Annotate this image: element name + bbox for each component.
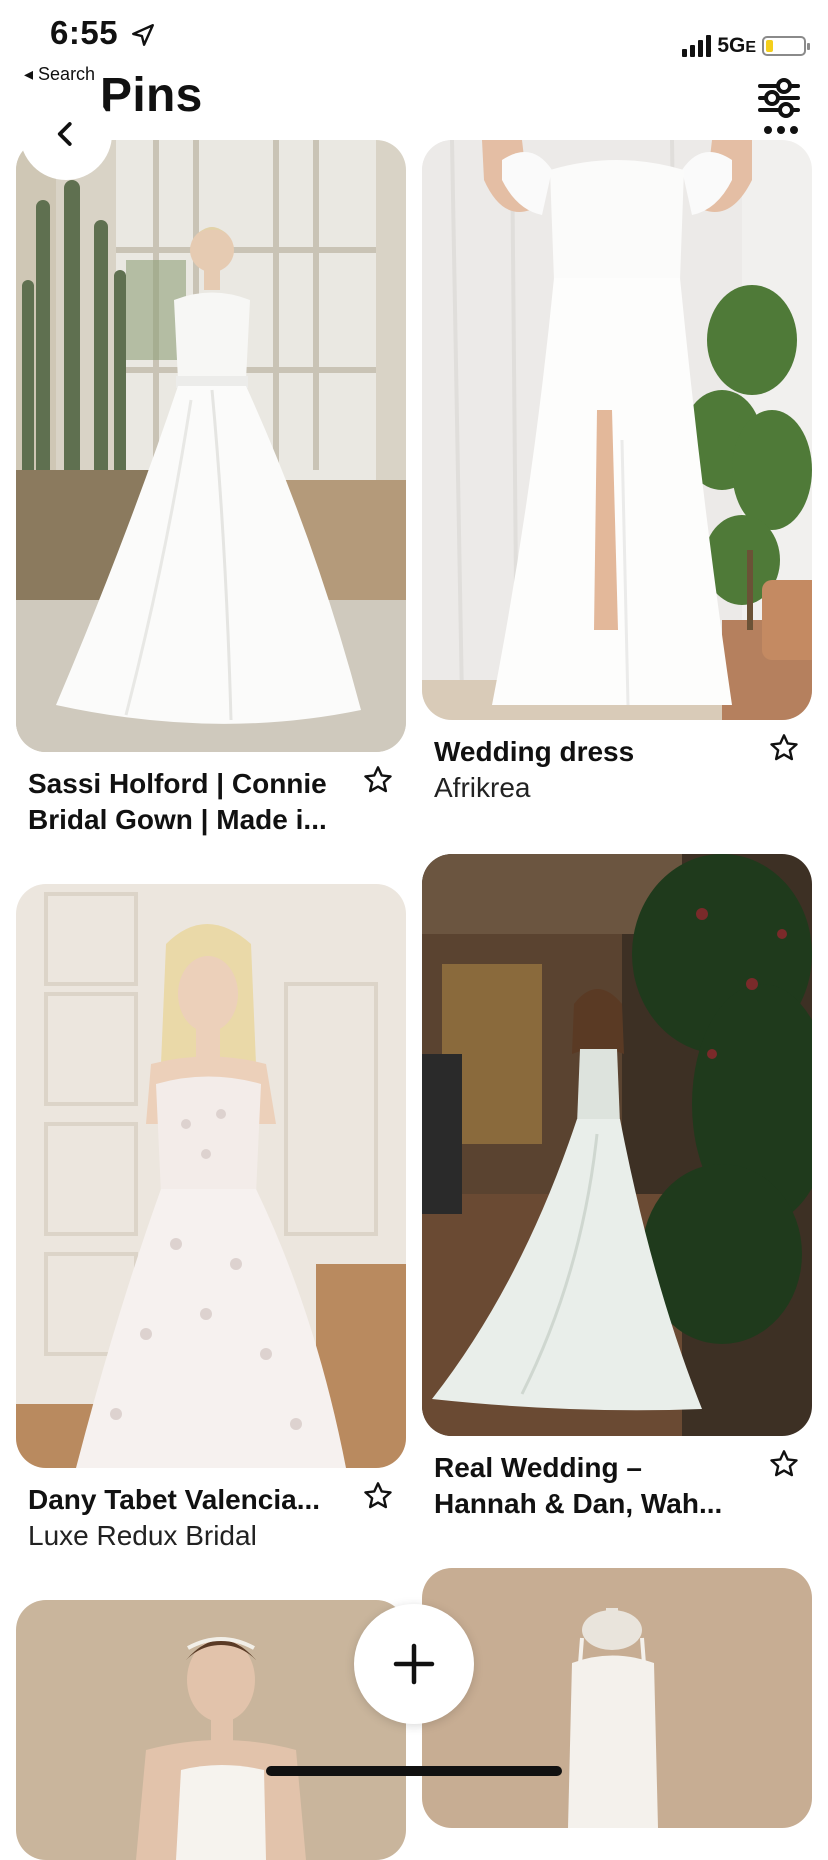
clock: 6:55: [50, 14, 119, 51]
wedding-gown-photo: [16, 140, 406, 752]
more-dots-icon: [764, 126, 772, 134]
battery-fill: [766, 40, 773, 52]
pin-card[interactable]: [422, 1568, 812, 1828]
pin-source: Afrikrea: [434, 772, 531, 803]
back-to-search-link[interactable]: ◂ Search: [24, 64, 95, 85]
star-icon[interactable]: [768, 1448, 800, 1480]
pin-card[interactable]: Dany Tabet Valencia... Luxe Redux Bridal: [16, 884, 406, 1554]
pin-meta: Wedding dress Afrikrea: [422, 720, 812, 806]
pin-image-wedding-dress[interactable]: [422, 140, 812, 720]
pin-title[interactable]: Real Wedding – Hannah & Dan, Wah...: [434, 1450, 752, 1522]
garden-wedding-photo: [422, 854, 812, 1436]
star-icon[interactable]: [768, 732, 800, 764]
bridal-portrait-photo: [16, 1600, 406, 1860]
network-type: 5GE: [717, 34, 756, 57]
plus-icon: [393, 1643, 435, 1685]
pin-source: Luxe Redux Bridal: [28, 1520, 257, 1551]
filter-sliders-icon: [758, 78, 800, 118]
location-arrow-icon: [131, 24, 154, 47]
pin-image-sassi-holford[interactable]: [16, 140, 406, 752]
pin-image-real-wedding[interactable]: [422, 854, 812, 1436]
pin-title[interactable]: Sassi Holford | Connie Bridal Gown | Mad…: [28, 766, 346, 838]
pin-image-partial-left[interactable]: [16, 1600, 406, 1860]
pin-meta: Dany Tabet Valencia... Luxe Redux Bridal: [16, 1468, 406, 1554]
pin-image-dany-tabet[interactable]: [16, 884, 406, 1468]
battery-icon: [762, 36, 810, 56]
filter-button[interactable]: [756, 76, 802, 120]
add-pin-button[interactable]: [354, 1604, 474, 1724]
star-icon[interactable]: [362, 1480, 394, 1512]
status-time: 6:55: [50, 14, 156, 52]
lace-gown-photo: [16, 884, 406, 1468]
page-title: Pins: [100, 69, 203, 122]
pin-meta: Real Wedding – Hannah & Dan, Wah...: [422, 1436, 812, 1522]
pin-card[interactable]: [16, 1600, 406, 1860]
pin-card[interactable]: Wedding dress Afrikrea: [422, 140, 812, 806]
status-indicators: 5GE: [682, 34, 810, 58]
pin-card[interactable]: Real Wedding – Hannah & Dan, Wah...: [422, 854, 812, 1522]
star-icon[interactable]: [362, 764, 394, 796]
back-chevron-icon: [57, 122, 72, 146]
pin-image-partial-right[interactable]: [422, 1568, 812, 1828]
dress-on-mannequin-photo: [422, 1568, 812, 1828]
back-button[interactable]: [20, 88, 112, 180]
pin-meta: Sassi Holford | Connie Bridal Gown | Mad…: [16, 752, 406, 838]
pin-title[interactable]: Dany Tabet Valencia...: [28, 1482, 346, 1518]
wedding-dress-photo: [422, 140, 812, 720]
more-options-button[interactable]: [764, 126, 798, 134]
pin-card[interactable]: Sassi Holford | Connie Bridal Gown | Mad…: [16, 140, 406, 838]
home-indicator[interactable]: [266, 1766, 562, 1776]
pin-title[interactable]: Wedding dress: [434, 734, 752, 770]
signal-bars-icon: [682, 35, 712, 57]
